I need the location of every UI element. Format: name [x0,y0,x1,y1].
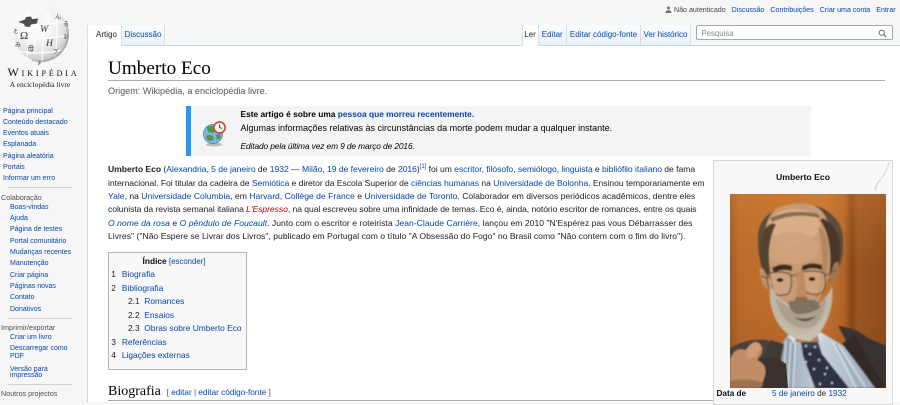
svg-text:ع: ع [14,28,18,34]
svg-text:ん: ん [55,14,61,21]
svg-text:み: み [15,42,21,49]
svg-text:母: 母 [28,45,35,53]
svg-text:Ω: Ω [20,30,28,42]
